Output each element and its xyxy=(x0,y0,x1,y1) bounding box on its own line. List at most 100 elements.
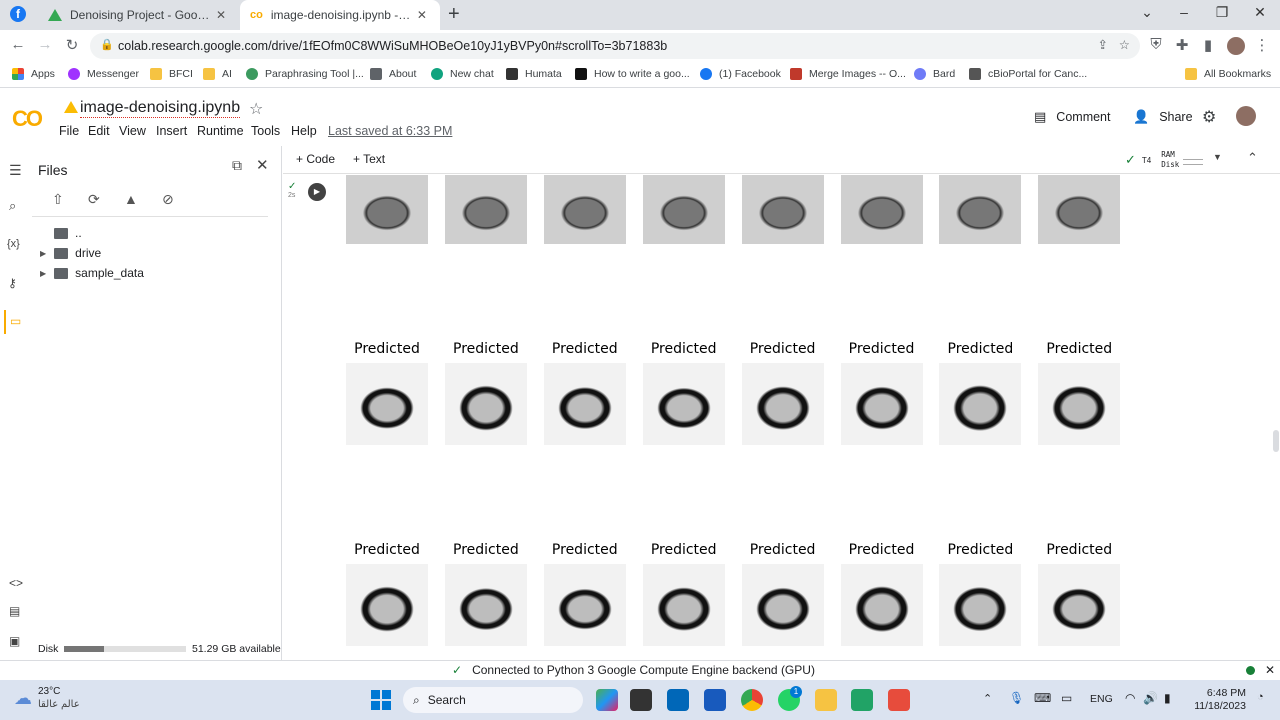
show-hidden-icons[interactable]: ⌃ xyxy=(983,692,992,705)
taskbar-search-box[interactable]: ⌕ Search xyxy=(403,687,583,713)
expand-arrow-icon[interactable]: ▶ xyxy=(40,249,46,258)
run-cell-button[interactable]: ▶ xyxy=(308,183,326,201)
collapse-header-icon[interactable]: ⌃ xyxy=(1247,150,1258,166)
bookmark-bard[interactable]: Bard xyxy=(914,68,955,80)
add-code-button[interactable]: + Code xyxy=(296,152,335,166)
bookmark-merge-images[interactable]: Merge Images -- O... xyxy=(790,68,906,80)
upload-file-icon[interactable]: ⇧ xyxy=(52,191,64,208)
bookmark-how-to-write[interactable]: How to write a goo... xyxy=(575,68,690,80)
profile-avatar[interactable] xyxy=(1227,37,1245,55)
menu-insert[interactable]: Insert xyxy=(156,124,187,138)
tab-google-drive[interactable]: Denoising Project - Google Drive ✕ xyxy=(38,0,238,30)
close-status-icon[interactable]: ✕ xyxy=(1265,663,1275,677)
extensions-icon[interactable]: ✚ xyxy=(1172,36,1192,54)
browser-menu-icon[interactable]: ⋮ xyxy=(1252,36,1272,54)
red-app-icon[interactable] xyxy=(888,689,910,711)
menu-runtime[interactable]: Runtime xyxy=(197,124,244,138)
terminal-icon[interactable]: ▣ xyxy=(9,634,20,648)
forward-icon[interactable]: → xyxy=(35,36,55,53)
settings-gear-icon[interactable]: ⚙ xyxy=(1202,107,1216,127)
close-tab-icon[interactable]: ✕ xyxy=(417,8,427,22)
bookmark-ai[interactable]: AI xyxy=(203,68,232,80)
notifications-icon[interactable]: ◔ xyxy=(1257,691,1264,703)
menu-edit[interactable]: Edit xyxy=(88,124,110,138)
menu-tools[interactable]: Tools xyxy=(251,124,280,138)
microsoft-store-icon[interactable] xyxy=(667,689,689,711)
expand-arrow-icon[interactable]: ▶ xyxy=(40,269,46,278)
bookmark-bfci[interactable]: BFCI xyxy=(150,68,193,80)
display-icon[interactable]: ▭ xyxy=(1061,691,1072,705)
bookmark-about[interactable]: About xyxy=(370,68,416,80)
last-saved-link[interactable]: Last saved at 6:33 PM xyxy=(328,124,452,138)
file-tree-item[interactable]: .. xyxy=(54,226,82,240)
runtime-status[interactable]: ✓ T4 RAM Disk xyxy=(1125,150,1204,170)
task-view-icon[interactable] xyxy=(630,689,652,711)
runtime-dropdown-icon[interactable]: ▼ xyxy=(1213,152,1222,162)
keyboard-icon[interactable]: ⌨ xyxy=(1034,691,1051,705)
code-snippets-icon[interactable]: <> xyxy=(9,576,23,590)
weather-widget[interactable]: ☁ 23°C عالم عالقا xyxy=(14,685,80,711)
minimize-button[interactable]: – xyxy=(1174,4,1194,20)
files-folder-icon[interactable]: ▭ xyxy=(4,310,28,334)
bookmark-humata[interactable]: Humata xyxy=(506,68,562,80)
windows-start-icon[interactable] xyxy=(371,690,391,710)
refresh-folder-icon[interactable]: ⟳ xyxy=(88,191,100,208)
close-window-button[interactable]: ✕ xyxy=(1250,4,1270,21)
side-panel-icon[interactable]: ▮ xyxy=(1198,36,1218,54)
search-icon[interactable]: ⌕ xyxy=(9,198,16,214)
tab-search-icon[interactable]: ⌄ xyxy=(1137,4,1157,21)
share-button[interactable]: 👤 Share xyxy=(1133,109,1193,125)
file-tree-item[interactable]: ▶ drive xyxy=(40,246,101,260)
green-app-icon[interactable] xyxy=(851,689,873,711)
close-panel-icon[interactable]: ✕ xyxy=(256,156,269,174)
language-indicator[interactable]: ENG xyxy=(1090,693,1113,705)
variables-icon[interactable]: {x} xyxy=(7,238,20,250)
microphone-icon[interactable]: 🎙 xyxy=(1009,691,1024,705)
bookmark-cbioportal[interactable]: cBioPortal for Canc... xyxy=(969,68,1087,80)
close-tab-icon[interactable]: ✕ xyxy=(216,8,226,22)
share-page-icon[interactable]: ⇪ xyxy=(1098,37,1108,52)
notebook-title[interactable]: image-denoising.ipynb xyxy=(80,99,241,118)
copilot-icon[interactable] xyxy=(596,689,618,711)
tab-colab[interactable]: co image-denoising.ipynb - Colaboratory … xyxy=(240,0,440,30)
maximize-button[interactable]: ❐ xyxy=(1212,4,1232,21)
all-bookmarks[interactable]: All Bookmarks xyxy=(1185,68,1271,80)
volume-icon[interactable]: 🔊 xyxy=(1143,691,1158,705)
menu-file[interactable]: File xyxy=(59,124,79,138)
user-avatar[interactable] xyxy=(1236,106,1256,126)
file-explorer-icon[interactable] xyxy=(815,689,837,711)
disk-label: Disk xyxy=(38,643,59,655)
secrets-key-icon[interactable]: ⚷ xyxy=(8,276,17,290)
bookmark-messenger[interactable]: Messenger xyxy=(68,68,139,80)
table-of-contents-icon[interactable]: ☰ xyxy=(9,162,22,179)
word-icon[interactable] xyxy=(704,689,726,711)
facebook-tab-icon[interactable]: f xyxy=(10,6,26,22)
command-palette-icon[interactable]: ▤ xyxy=(9,604,20,618)
add-text-button[interactable]: + Text xyxy=(353,152,385,166)
file-tree-item[interactable]: ▶ sample_data xyxy=(40,266,144,280)
address-bar[interactable]: 🔒 colab.research.google.com/drive/1fEOfm… xyxy=(90,33,1140,59)
open-in-tab-icon[interactable]: ⧉ xyxy=(232,157,242,174)
star-icon[interactable]: ☆ xyxy=(249,99,263,119)
bookmark-new-chat[interactable]: New chat xyxy=(431,68,494,80)
bookmark-apps[interactable]: Apps xyxy=(12,68,55,80)
reload-icon[interactable]: ↻ xyxy=(62,36,82,54)
chrome-icon[interactable] xyxy=(741,689,763,711)
bookmark-star-icon[interactable]: ☆ xyxy=(1119,37,1130,52)
bookmark-facebook[interactable]: (1) Facebook xyxy=(700,68,781,80)
wifi-icon[interactable]: ◠ xyxy=(1125,691,1135,705)
battery-icon[interactable]: ▮ xyxy=(1164,691,1171,705)
bookmark-paraphrasing[interactable]: Paraphrasing Tool |... xyxy=(246,68,364,80)
menu-view[interactable]: View xyxy=(119,124,146,138)
scrollbar-thumb[interactable] xyxy=(1273,430,1279,452)
comment-button[interactable]: ▤ Comment xyxy=(1034,109,1110,125)
new-tab-button[interactable]: + xyxy=(448,3,460,26)
back-icon[interactable]: ← xyxy=(8,36,28,53)
clock[interactable]: 6:48 PM 11/18/2023 xyxy=(1190,687,1246,713)
colab-logo[interactable]: CO xyxy=(12,106,43,132)
site-info-icon[interactable]: 🔒 xyxy=(100,38,114,51)
shield-extension-icon[interactable]: ⛨ xyxy=(1146,36,1166,53)
menu-help[interactable]: Help xyxy=(291,124,317,138)
hide-files-icon[interactable]: ⊘ xyxy=(162,191,174,208)
mount-drive-icon[interactable]: ▲ xyxy=(124,191,138,207)
